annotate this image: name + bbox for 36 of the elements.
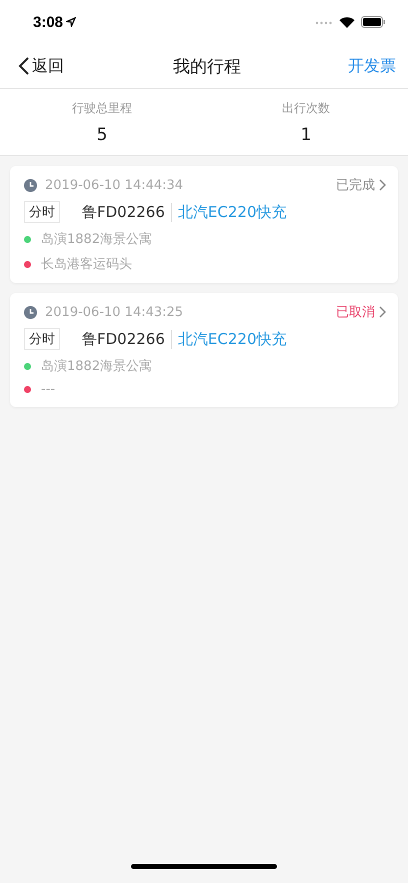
clock-icon <box>24 306 37 318</box>
trip-card[interactable]: 2019-06-10 14:44:34 已完成 分时 鲁FD02266 北汽EC220快充 岛演1882海景公寓 长岛港客运码头 <box>10 166 398 283</box>
end-dot <box>24 386 31 393</box>
chevron-left-icon <box>18 56 30 76</box>
car-model: 北汽EC220快充 <box>178 202 286 222</box>
start-location: 岛演1882海景公寓 <box>41 358 152 375</box>
start-dot <box>24 362 31 370</box>
chevron-right-icon <box>379 306 386 318</box>
end-location: --- <box>41 382 56 397</box>
end-location: 长岛港客运码头 <box>41 256 132 273</box>
clock-icon <box>24 178 37 192</box>
trip-time: 2019-06-10 14:44:34 <box>45 178 184 192</box>
stat-value: 5 <box>96 124 108 144</box>
back-button[interactable]: 返回 <box>18 56 64 76</box>
license-plate: 鲁FD02266 <box>82 330 172 348</box>
trip-status: 已完成 <box>336 177 375 194</box>
chevron-right-icon <box>379 179 386 191</box>
stat-value: 1 <box>300 124 312 144</box>
stat-label: 出行次数 <box>282 100 330 116</box>
trip-status: 已取消 <box>336 304 375 321</box>
car-model: 北汽EC220快充 <box>178 330 286 348</box>
license-plate: 鲁FD02266 <box>82 202 172 222</box>
signal-icon <box>315 19 333 25</box>
status-time: 3:08 <box>33 14 76 30</box>
location-arrow-icon <box>66 17 76 27</box>
end-dot <box>24 260 31 268</box>
battery-icon <box>361 16 386 28</box>
start-dot <box>24 236 31 242</box>
trip-card[interactable]: 2019-06-10 14:43:25 已取消 分时 鲁FD02266 北汽EC220快充 岛演1882海景公寓 --- <box>10 293 398 407</box>
stat-label: 行驶总里程 <box>72 100 132 116</box>
trip-time: 2019-06-10 14:43:25 <box>45 304 184 320</box>
rental-type-tag: 分时 <box>24 201 60 223</box>
rental-type-tag: 分时 <box>24 328 60 350</box>
wifi-icon <box>339 16 355 28</box>
start-location: 岛演1882海景公寓 <box>41 231 152 248</box>
page-title: 我的行程 <box>173 56 241 78</box>
